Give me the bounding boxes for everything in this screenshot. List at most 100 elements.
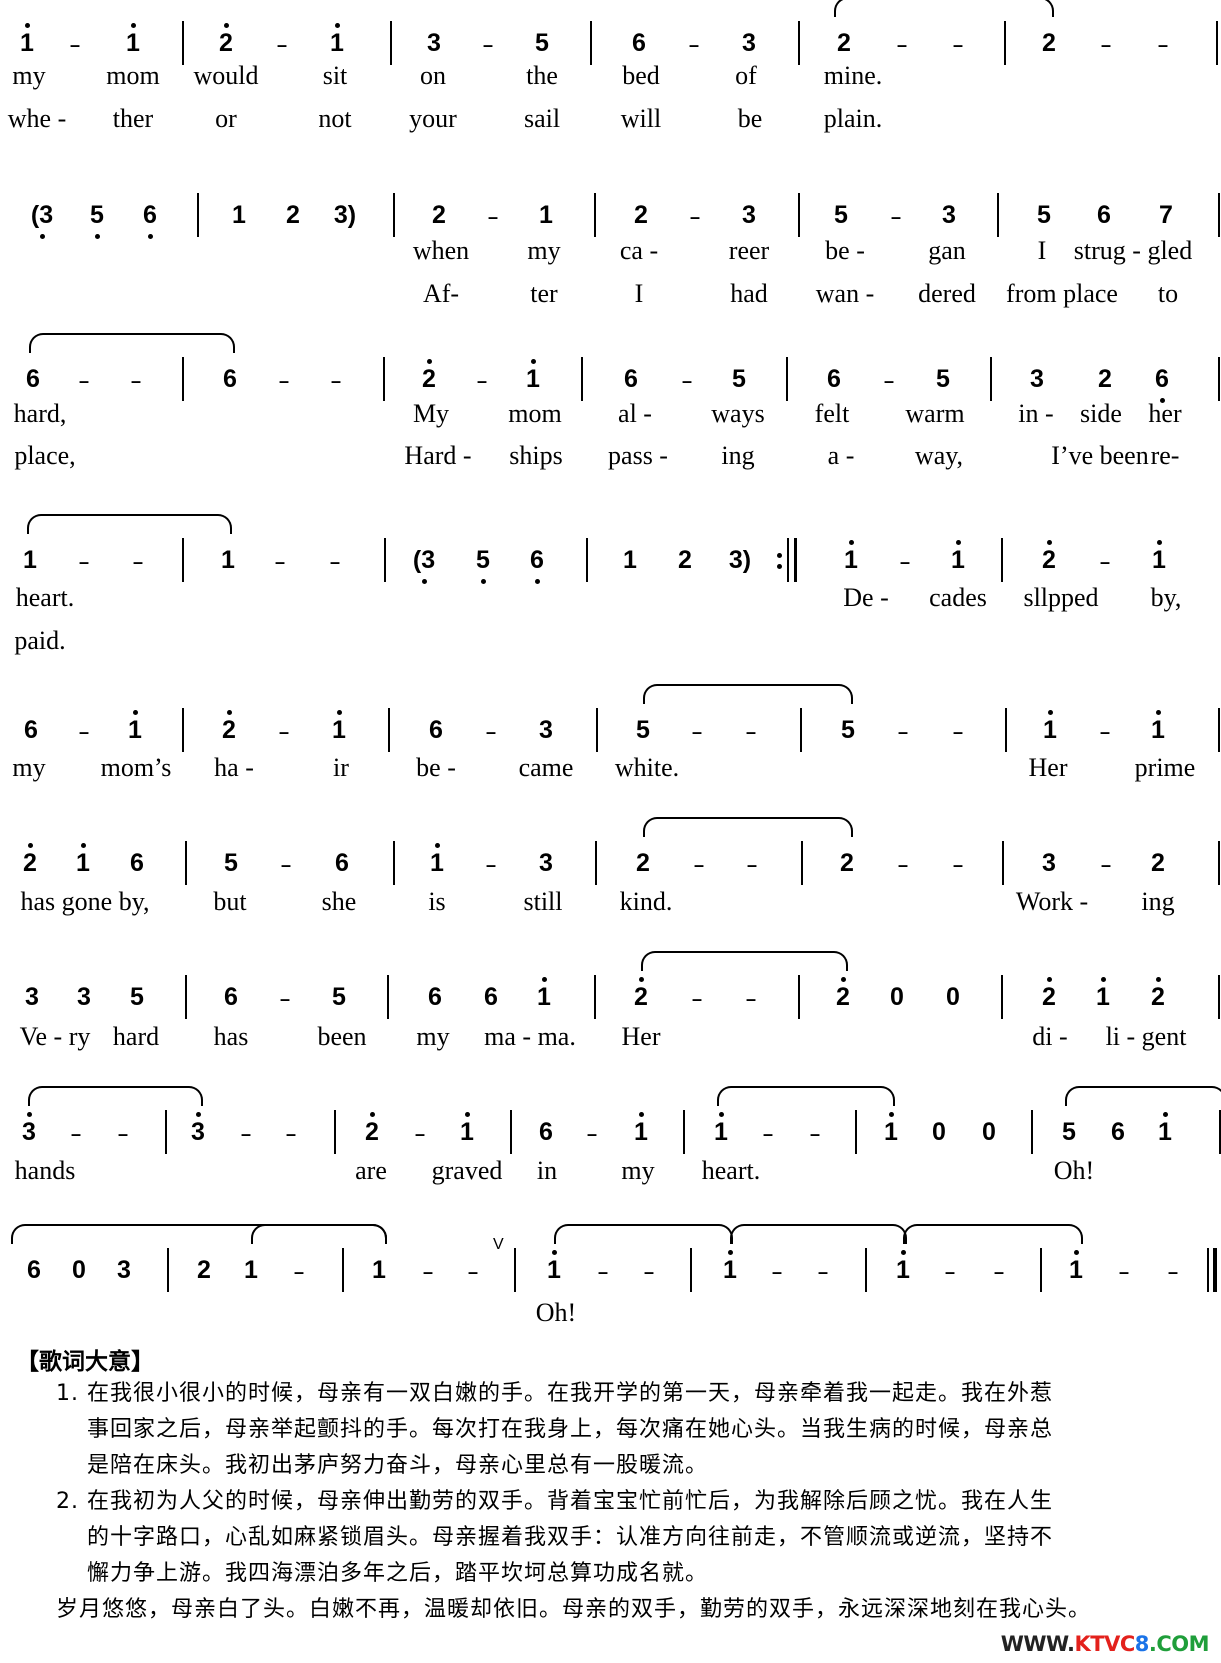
lyric-line: Af-ter Ihad wan - dered from place to	[0, 277, 1221, 311]
barline	[388, 708, 390, 752]
lyric-syllable: white.	[614, 753, 680, 782]
note: 6	[26, 365, 40, 393]
dash-extension: –	[280, 855, 291, 875]
lyric-syllable: Her	[621, 1022, 661, 1051]
final-barline	[1213, 1248, 1217, 1292]
dash-extension: –	[745, 989, 756, 1009]
lyric-syllable: side	[1080, 399, 1122, 428]
notes-row: (3 5 6 1 2 3) 2–1 2–3 5–3 5 6 7	[0, 193, 1221, 239]
lyric-syllable: hands	[14, 1156, 76, 1185]
octave-up-dot	[196, 1112, 201, 1117]
dash-extension: –	[681, 371, 692, 391]
lyric-syllable: my	[12, 753, 46, 782]
meaning-line: 的十字路口，心乱如麻紧锁眉头。母亲握着我双手：认准方向往前走，不管顺流或逆流，坚…	[87, 1525, 1054, 1550]
breath-mark: V	[493, 1236, 504, 1253]
note: 1	[320, 23, 354, 63]
octave-up-dot	[25, 23, 30, 28]
lyric-syllable: di -	[1032, 1022, 1068, 1051]
meaning-line: 懈力争上游。我四海漂泊多年之后，踏平坎坷总算功成名就。	[87, 1561, 709, 1586]
lyric-syllable: whe -	[7, 104, 67, 133]
note: 1	[886, 1250, 920, 1290]
dash-extension: –	[691, 722, 702, 742]
note: 5	[1037, 201, 1051, 229]
lyric-syllable: Af-	[422, 279, 460, 308]
note: 2	[1098, 365, 1112, 393]
octave-up-dot	[639, 977, 644, 982]
note: 2	[837, 29, 851, 57]
note: 6	[1111, 1118, 1125, 1146]
lyric-syllable: ca -	[619, 236, 659, 265]
octave-up-dot	[1163, 1112, 1168, 1117]
barline	[1218, 193, 1220, 237]
lyric-syllable: I	[1037, 236, 1047, 265]
dash-extension: –	[897, 855, 908, 875]
note: 5	[80, 195, 114, 239]
meaning-line: 1. 在我很小很小的时候，母亲有一双白嫩的手。在我开学的第一天，母亲牵着我一起走…	[56, 1381, 1053, 1406]
barline	[1031, 1110, 1033, 1154]
barline	[167, 1248, 169, 1292]
tie-slur	[27, 514, 232, 534]
lyric-syllable: on	[420, 61, 446, 90]
lyric-syllable: Oh!	[535, 1298, 577, 1327]
octave-up-dot	[370, 1112, 375, 1117]
note: 0	[72, 1256, 86, 1284]
barline	[393, 841, 395, 885]
dash-extension: –	[586, 1124, 597, 1144]
repeat-end-sign	[777, 550, 783, 572]
barline	[786, 357, 788, 401]
note: 1	[516, 359, 550, 399]
note: 5	[636, 716, 650, 744]
note: 3	[117, 1256, 131, 1284]
note: 1	[834, 540, 868, 580]
lyric-syllable: mine.	[823, 61, 883, 90]
dash-extension: –	[1167, 1262, 1178, 1282]
note: 3	[25, 983, 39, 1011]
notes-row: 6 – – 6 – – 2 – 1 6 – 5 6 – 5 3 2 6	[0, 333, 1221, 403]
note: 3	[742, 201, 756, 229]
note: 6	[827, 365, 841, 393]
lyric-syllable: be -	[416, 753, 456, 782]
barline	[990, 357, 992, 401]
lyric-syllable: not	[318, 104, 352, 133]
lyric-syllable: paid.	[14, 626, 66, 655]
lyric-syllable: dered	[918, 279, 976, 308]
tie-slur	[28, 1086, 203, 1106]
lyric-syllable: warm	[905, 399, 965, 428]
note: 1	[66, 843, 100, 883]
barline	[595, 841, 597, 885]
lyric-syllable: Ve - ry	[19, 1022, 91, 1051]
lyric-line: hands are graved in my heart. Oh!	[0, 1154, 1221, 1188]
note: 1	[1148, 1112, 1182, 1152]
watermark-part: KTVC	[1074, 1632, 1135, 1656]
note: 2	[197, 1256, 211, 1284]
dash-extension: –	[285, 1124, 296, 1144]
dash-extension: –	[132, 552, 143, 572]
note: 1	[527, 977, 561, 1017]
octave-up-dot	[728, 1250, 733, 1255]
lyric-syllable: I’ve been	[1051, 441, 1149, 470]
note: 5	[535, 29, 549, 57]
lyric-syllable: Oh!	[1053, 1156, 1095, 1185]
barline	[594, 975, 596, 1019]
lyric-syllable: ing	[1141, 887, 1175, 916]
note: 6	[1097, 201, 1111, 229]
lyric-syllable: ing	[721, 441, 755, 470]
lyric-syllable: mom	[508, 399, 562, 428]
tie-slur	[643, 684, 853, 704]
note: 2	[1042, 29, 1056, 57]
barline	[1001, 538, 1003, 582]
lyric-syllable: ther	[112, 104, 154, 133]
notes-row: 1 – – 1 – – (3 5 6 1 2 3) 1 – 1 2 – 1	[0, 514, 1221, 584]
barline	[586, 538, 588, 582]
lyric-syllable: when	[412, 236, 470, 265]
barline	[690, 1248, 692, 1292]
note: 1	[713, 1250, 747, 1290]
dash-extension: –	[476, 371, 487, 391]
dash-extension: –	[944, 1262, 955, 1282]
note: 3)	[728, 546, 752, 574]
lyric-syllable: she	[321, 887, 357, 916]
lyric-syllable: your	[409, 104, 457, 133]
barline	[801, 841, 803, 885]
octave-up-dot	[131, 23, 136, 28]
note: 6	[1145, 359, 1179, 403]
